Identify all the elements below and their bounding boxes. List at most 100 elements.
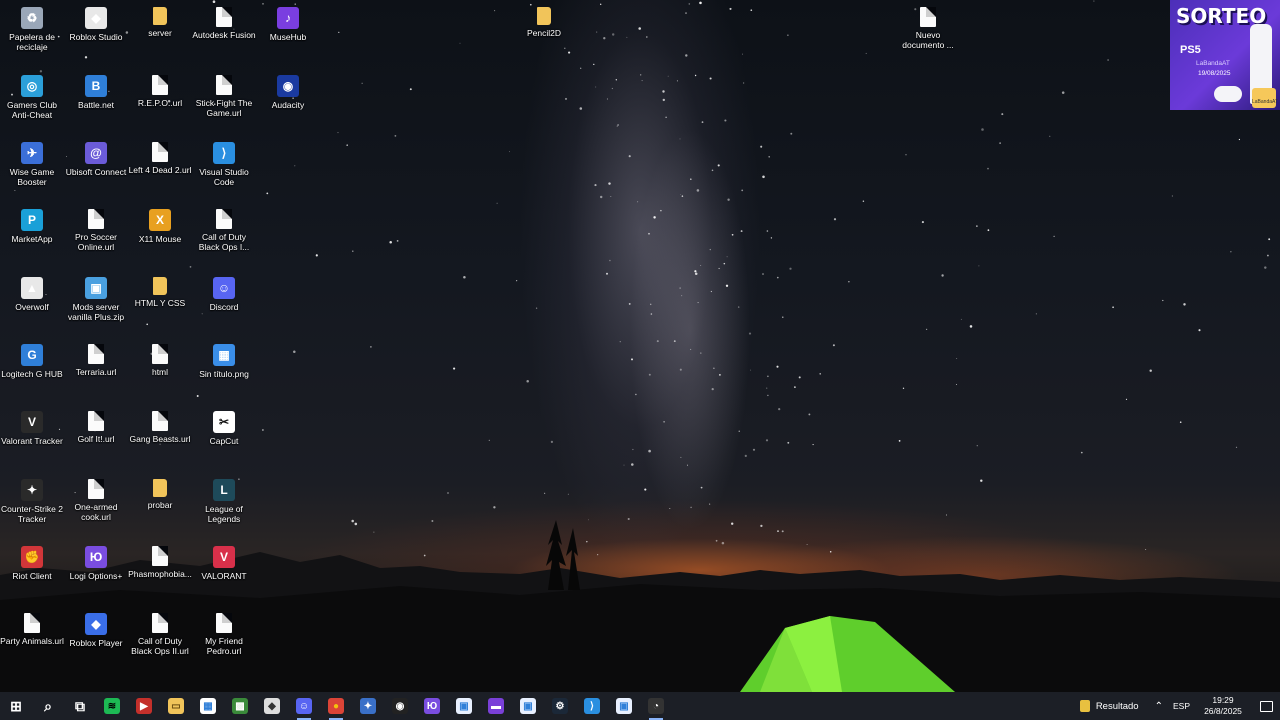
taskbar-button[interactable]: ▩ <box>224 692 256 720</box>
desktop-icon[interactable]: ♪ MuseHub <box>256 2 320 68</box>
desktop-icon[interactable]: ▦ Sin título.png <box>192 339 256 405</box>
chevron-up-icon[interactable]: ⌃ <box>1155 701 1163 712</box>
url-file-icon <box>152 75 168 95</box>
desktop-icon[interactable]: B Battle.net <box>64 70 128 136</box>
taskbar-button[interactable]: ▣ <box>512 692 544 720</box>
url-file-icon <box>216 209 232 229</box>
desktop-icon[interactable]: html <box>128 339 192 405</box>
desktop-icon[interactable]: X X11 Mouse <box>128 204 192 270</box>
desktop-icon[interactable]: ◉ Audacity <box>256 70 320 136</box>
desktop-icon[interactable]: ✊ Riot Client <box>0 541 64 607</box>
desktop-icon-label: Papelera de reciclaje <box>9 32 55 52</box>
desktop-icon[interactable]: Golf It!.url <box>64 406 128 472</box>
capcut-icon: ✂ <box>213 411 235 433</box>
desktop-icon-label: Ubisoft Connect <box>65 167 127 177</box>
desktop-icon[interactable]: ◎ Gamers Club Anti-Cheat <box>0 70 64 136</box>
cs2-tracker-icon: ✦ <box>21 479 43 501</box>
taskbar-button[interactable]: ▶ <box>128 692 160 720</box>
desktop-icon[interactable]: V Valorant Tracker <box>0 406 64 472</box>
desktop-icon-label: Call of Duty Black Ops I... <box>198 232 250 252</box>
desktop-icon-label: Wise Game Booster <box>9 167 55 187</box>
taskbar-button[interactable]: ▭ <box>160 692 192 720</box>
desktop-icon[interactable]: ♻ Papelera de reciclaje <box>0 2 64 68</box>
desktop-icon-label: Riot Client <box>12 571 52 581</box>
desktop-icon[interactable]: Party Animals.url <box>0 608 64 674</box>
desktop-icon[interactable]: probar <box>128 474 192 540</box>
notification-center-button[interactable] <box>1252 692 1280 720</box>
file-explorer-icon: ▭ <box>168 698 184 714</box>
desktop-icon-label: Sin título.png <box>199 369 249 379</box>
url-file-icon <box>152 411 168 431</box>
desktop-icon-label: Autodesk Fusion <box>192 30 256 40</box>
taskbar-button[interactable]: ☺ <box>288 692 320 720</box>
desktop-icon-label: Audacity <box>271 100 305 110</box>
desktop-icon[interactable]: P MarketApp <box>0 204 64 270</box>
png-file-icon: ▦ <box>213 344 235 366</box>
desktop-icon-label: Phasmophobia... <box>128 569 192 579</box>
desktop-icon[interactable]: ☺ Discord <box>192 272 256 338</box>
window-app-2-icon: ▣ <box>520 698 536 714</box>
desktop-icon[interactable]: Stick Fight The Game.url <box>192 70 256 136</box>
desktop-icon[interactable]: Nuevo documento ... <box>896 2 960 68</box>
desktop-icon-label: Terraria.url <box>75 367 117 377</box>
start-icon: ⊞ <box>10 697 22 714</box>
weather-widget[interactable]: Resultado <box>1079 700 1139 712</box>
desktop-icon[interactable]: Autodesk Fusion <box>192 2 256 68</box>
desktop-icon[interactable]: Ю Logi Options+ <box>64 541 128 607</box>
desktop-icon[interactable]: One-armed cook.url <box>64 474 128 540</box>
desktop-icon[interactable]: ✦ Counter-Strike 2 Tracker <box>0 474 64 540</box>
taskbar-button[interactable]: ⌕ <box>32 692 64 720</box>
desktop-icon[interactable]: HTML Y CSS <box>128 272 192 338</box>
desktop-icon[interactable]: ✂ CapCut <box>192 406 256 472</box>
clock[interactable]: 19:29 26/8/2025 <box>1194 695 1252 717</box>
desktop-icon[interactable]: L League of Legends <box>192 474 256 540</box>
taskbar-button[interactable]: ≋ <box>96 692 128 720</box>
desktop-icon-label: Golf It!.url <box>77 434 115 444</box>
desktop-icon[interactable]: Terraria.url <box>64 339 128 405</box>
desktop-icon[interactable]: ⟩ Visual Studio Code <box>192 137 256 203</box>
taskbar-button[interactable]: ✦ <box>352 692 384 720</box>
taskbar-button[interactable]: ⟩ <box>576 692 608 720</box>
giveaway-promo-widget[interactable]: SORTEO PS5 LaBandaAT 19/08/2025 LaBandaA… <box>1170 0 1280 110</box>
roblox-studio-icon: ◆ <box>85 7 107 29</box>
taskbar-button[interactable]: ▣ <box>448 692 480 720</box>
taskbar-button[interactable]: ▣ <box>608 692 640 720</box>
desktop-icon[interactable]: ▣ Mods server vanilla Plus.zip <box>64 272 128 338</box>
desktop-icon[interactable]: ✈ Wise Game Booster <box>0 137 64 203</box>
desktop-icon[interactable]: Left 4 Dead 2.url <box>128 137 192 203</box>
desktop-icon[interactable]: Call of Duty Black Ops II.url <box>128 608 192 674</box>
desktop-icon[interactable]: Call of Duty Black Ops I... <box>192 204 256 270</box>
desktop-icon-label: Nuevo documento ... <box>902 30 954 50</box>
language-indicator[interactable]: ESP <box>1173 701 1190 711</box>
promo-logo: LaBandaAT <box>1252 88 1278 108</box>
taskbar-button[interactable]: ◆ <box>256 692 288 720</box>
desktop-icon[interactable]: V VALORANT <box>192 541 256 607</box>
taskbar-apps: ⊞ ⌕ ⧉ ≋ ▶ ▭ ▦ ▩ ◆ ☺ ● ✦ ◉ Ю ▣ ▬ ▣ ⚙ ⟩ ▣ ◔ <box>0 692 672 720</box>
taskbar-button[interactable]: ⊞ <box>0 692 32 720</box>
desktop-icon[interactable]: G Logitech G HUB <box>0 339 64 405</box>
desktop-icon-label: VALORANT <box>201 571 247 581</box>
desktop-icon[interactable]: ▲ Overwolf <box>0 272 64 338</box>
taskbar-button[interactable]: ▬ <box>480 692 512 720</box>
desktop-icon[interactable]: Pencil2D <box>512 2 576 68</box>
desktop-icon-label: Discord <box>209 302 239 312</box>
desktop-icon-label: Mods server vanilla Plus.zip <box>67 302 125 322</box>
desktop-icon[interactable]: @ Ubisoft Connect <box>64 137 128 203</box>
controller-image <box>1214 86 1242 102</box>
desktop-icon[interactable]: R.E.P.O..url <box>128 70 192 136</box>
desktop-icon[interactable]: server <box>128 2 192 68</box>
taskbar-button[interactable]: ⚙ <box>544 692 576 720</box>
taskbar-button[interactable]: ◉ <box>384 692 416 720</box>
desktop-icon[interactable]: Gang Beasts.url <box>128 406 192 472</box>
taskbar-button[interactable]: Ю <box>416 692 448 720</box>
url-file-icon <box>88 344 104 364</box>
desktop-icon[interactable]: Phasmophobia... <box>128 541 192 607</box>
taskbar-button[interactable]: ◔ <box>640 692 672 720</box>
desktop-icon[interactable]: ◆ Roblox Player <box>64 608 128 674</box>
taskbar-button[interactable]: ⧉ <box>64 692 96 720</box>
desktop-icon[interactable]: Pro Soccer Online.url <box>64 204 128 270</box>
taskbar-button[interactable]: ● <box>320 692 352 720</box>
taskbar-button[interactable]: ▦ <box>192 692 224 720</box>
desktop-icon[interactable]: My Friend Pedro.url <box>192 608 256 674</box>
desktop-icon[interactable]: ◆ Roblox Studio <box>64 2 128 68</box>
